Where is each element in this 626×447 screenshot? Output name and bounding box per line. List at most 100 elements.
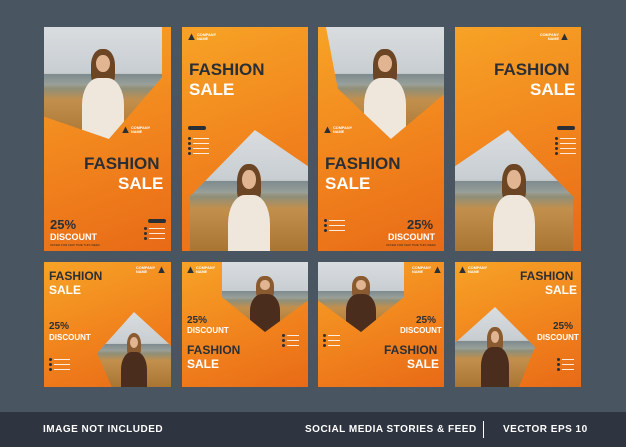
web-icon — [282, 344, 285, 347]
web-icon — [188, 147, 191, 150]
vector-eps-label: VECTOR EPS 10 — [503, 424, 588, 435]
company-logo-icon — [122, 126, 129, 134]
company-logo-icon — [187, 266, 194, 274]
image-not-included-label: IMAGE NOT INCLUDED — [43, 424, 164, 435]
web-icon — [323, 344, 326, 347]
company-badge: COMPANY NAME — [187, 266, 216, 274]
model-photo — [318, 262, 404, 332]
phone-icon — [49, 358, 52, 361]
headline-sale: SALE — [545, 283, 578, 297]
website-pill — [148, 219, 166, 223]
contact-list — [323, 334, 340, 347]
offer-note: OFFER FOR FEW TIME THIS WEEK — [386, 243, 437, 247]
social-media-label: SOCIAL MEDIA STORIES & FEED — [305, 424, 477, 435]
footer-bar: IMAGE NOT INCLUDED SOCIAL MEDIA STORIES … — [0, 412, 626, 447]
company-logo-icon — [459, 266, 466, 274]
story-template-4[interactable]: COMPANY NAME FASHION SALE — [455, 27, 581, 251]
company-badge: COMPANY NAME — [412, 266, 441, 274]
headline-fashion: FASHION — [49, 269, 103, 283]
contact-list — [144, 227, 165, 240]
contact-list — [282, 334, 299, 347]
discount-label: DISCOUNT — [50, 232, 97, 242]
discount-label: DISCOUNT — [187, 326, 229, 335]
contact-list — [555, 137, 576, 155]
email-icon — [282, 339, 285, 342]
company-name: COMPANY NAME — [131, 126, 151, 134]
location-icon — [188, 152, 191, 155]
company-name: COMPANY NAME — [412, 266, 432, 274]
discount-label: DISCOUNT — [400, 326, 442, 335]
feed-template-3[interactable]: COMPANY NAME 25% DISCOUNT FASHION SALE — [318, 262, 444, 387]
email-icon — [323, 339, 326, 342]
discount-value: 25% — [50, 217, 77, 232]
feed-template-1[interactable]: FASHION SALE COMPANY NAME 25% DISCOUNT — [44, 262, 171, 387]
model-photo — [44, 27, 162, 139]
headline-sale: SALE — [118, 174, 164, 193]
email-icon — [188, 142, 191, 145]
story-template-3[interactable]: COMPANY NAME FASHION SALE 25% DISCOUNT O… — [318, 27, 444, 251]
email-icon — [49, 363, 52, 366]
location-icon — [555, 152, 558, 155]
story-template-2[interactable]: COMPANY NAME FASHION SALE — [182, 27, 308, 251]
phone-icon — [323, 334, 326, 337]
web-icon — [557, 368, 560, 371]
headline-fashion: FASHION — [494, 60, 570, 79]
feed-template-2[interactable]: COMPANY NAME 25% DISCOUNT FASHION SALE — [182, 262, 308, 387]
headline-fashion: FASHION — [189, 60, 265, 79]
email-icon — [557, 363, 560, 366]
company-name: COMPANY NAME — [196, 266, 216, 274]
company-badge: COMPANY NAME — [188, 33, 219, 41]
model-photo — [455, 307, 535, 387]
headline-sale: SALE — [189, 80, 235, 99]
phone-icon — [144, 227, 147, 230]
company-badge: COMPANY NAME — [136, 266, 165, 274]
headline-sale: SALE — [530, 80, 576, 99]
headline-sale: SALE — [49, 283, 82, 297]
headline-fashion: FASHION — [187, 343, 241, 357]
feed-template-4[interactable]: COMPANY NAME FASHION SALE 25% DISCOUNT — [455, 262, 581, 387]
discount-value: 25% — [49, 321, 70, 332]
company-badge: COMPANY NAME — [324, 126, 355, 134]
headline-sale: SALE — [187, 357, 220, 371]
company-badge: COMPANY NAME — [537, 33, 568, 41]
company-logo-icon — [188, 33, 195, 41]
model-photo — [222, 262, 308, 332]
company-logo-icon — [324, 126, 331, 134]
headline-fashion: FASHION — [384, 343, 438, 357]
discount-value: 25% — [187, 315, 208, 326]
phone-icon — [188, 137, 191, 140]
web-icon — [324, 229, 327, 232]
company-logo-icon — [561, 33, 568, 41]
discount-label: DISCOUNT — [537, 333, 579, 342]
discount-value: 25% — [407, 217, 434, 232]
web-icon — [555, 147, 558, 150]
model-photo — [97, 312, 171, 387]
company-badge: COMPANY NAME — [122, 126, 153, 134]
discount-value: 25% — [553, 321, 574, 332]
offer-note: OFFER FOR FEW TIME THIS WEEK — [50, 243, 101, 247]
company-logo-icon — [434, 266, 441, 274]
web-icon — [49, 368, 52, 371]
company-logo-icon — [158, 266, 165, 274]
headline-fashion: FASHION — [84, 154, 160, 173]
web-icon — [144, 237, 147, 240]
company-name: COMPANY NAME — [468, 266, 488, 274]
company-badge: COMPANY NAME — [459, 266, 488, 274]
website-pill — [188, 126, 206, 130]
phone-icon — [324, 219, 327, 222]
discount-label: DISCOUNT — [49, 333, 91, 342]
company-name: COMPANY NAME — [333, 126, 353, 134]
discount-label: DISCOUNT — [388, 232, 435, 242]
contact-list — [49, 358, 70, 371]
headline-fashion: FASHION — [520, 269, 574, 283]
email-icon — [555, 142, 558, 145]
email-icon — [144, 232, 147, 235]
phone-icon — [555, 137, 558, 140]
story-template-1[interactable]: COMPANY NAME FASHION SALE 25% DISCOUNT O… — [44, 27, 171, 251]
headline-sale: SALE — [325, 174, 371, 193]
phone-icon — [557, 358, 560, 361]
model-photo — [326, 27, 444, 139]
email-icon — [324, 224, 327, 227]
discount-value: 25% — [416, 315, 437, 326]
headline-fashion: FASHION — [325, 154, 401, 173]
